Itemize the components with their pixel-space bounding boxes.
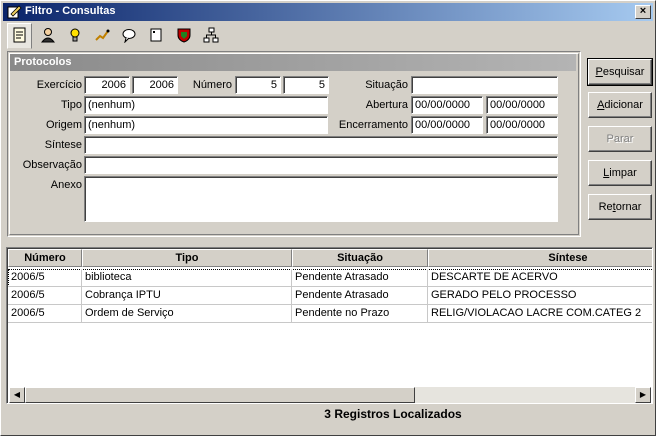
- horizontal-scrollbar[interactable]: ◀ ▶: [9, 387, 651, 403]
- status-bar: 3 Registros Localizados: [1, 407, 656, 421]
- cell-sintese: GERADO PELO PROCESSO: [428, 287, 653, 305]
- tipo-label: Tipo: [12, 97, 82, 113]
- cell-tipo: Ordem de Serviço: [82, 305, 292, 323]
- cell-numero: 2006/5: [8, 287, 82, 305]
- app-icon: [6, 4, 22, 20]
- anexo-label: Anexo: [12, 177, 82, 193]
- tool-bulb-person[interactable]: [62, 23, 87, 47]
- parar-button[interactable]: Parar: [588, 126, 652, 152]
- adicionar-label: dicionar: [604, 99, 643, 111]
- network-icon: [203, 27, 219, 43]
- encerramento-from-field[interactable]: 00/00/0000: [411, 116, 483, 134]
- results-grid[interactable]: Número Tipo Situação Síntese 2006/5 bibl…: [6, 247, 653, 404]
- scroll-thumb[interactable]: [25, 387, 415, 403]
- cell-situacao: Pendente no Prazo: [292, 305, 428, 323]
- blank-page-icon: [148, 27, 164, 43]
- sintese-field[interactable]: [84, 136, 558, 154]
- exercicio-from-field[interactable]: 2006: [84, 76, 130, 94]
- abertura-label: Abertura: [338, 97, 408, 113]
- tool-network[interactable]: [198, 23, 223, 47]
- encerramento-to-field[interactable]: 00/00/0000: [486, 116, 558, 134]
- cell-situacao: Pendente Atrasado: [292, 287, 428, 305]
- abertura-from-field[interactable]: 00/00/0000: [411, 96, 483, 114]
- pencil-route-icon: [94, 27, 110, 43]
- pesquisar-label: esquisar: [603, 66, 645, 78]
- encerramento-label: Encerramento: [328, 117, 408, 133]
- retornar-label-post: ornar: [616, 201, 642, 213]
- tool-shield[interactable]: [171, 23, 196, 47]
- record-count: 3: [324, 407, 331, 421]
- cell-sintese: RELIG/VIOLACAO LACRE COM.CATEG 2: [428, 305, 653, 323]
- situacao-field[interactable]: [411, 76, 558, 94]
- abertura-to-field[interactable]: 00/00/0000: [486, 96, 558, 114]
- tool-pencil-route[interactable]: [89, 23, 114, 47]
- column-header-sintese[interactable]: Síntese: [428, 249, 653, 267]
- tool-speech[interactable]: [116, 23, 141, 47]
- cell-tipo: Cobrança IPTU: [82, 287, 292, 305]
- limpar-button[interactable]: Limpar: [588, 160, 652, 186]
- table-row[interactable]: 2006/5 Cobrança IPTU Pendente Atrasado G…: [8, 287, 653, 305]
- tipo-field[interactable]: (nenhum): [84, 96, 328, 114]
- situacao-label: Situação: [338, 77, 408, 93]
- origem-field[interactable]: (nenhum): [84, 116, 328, 134]
- table-row[interactable]: 2006/5 Ordem de Serviço Pendente no Praz…: [8, 305, 653, 323]
- cell-sintese: DESCARTE DE ACERVO: [428, 269, 653, 287]
- adicionar-button[interactable]: Adicionar: [588, 92, 652, 118]
- numero-to-field[interactable]: 5: [283, 76, 329, 94]
- origem-label: Origem: [12, 117, 82, 133]
- close-button[interactable]: ×: [635, 5, 651, 19]
- scroll-right-button[interactable]: ▶: [635, 387, 651, 403]
- grid-header: Número Tipo Situação Síntese: [8, 249, 653, 267]
- numero-label: Número: [180, 77, 232, 93]
- person-icon: [40, 27, 56, 43]
- record-count-label: Registros Localizados: [334, 407, 461, 421]
- panel-title: Protocolos: [10, 54, 576, 71]
- speech-bubble-icon: [121, 27, 137, 43]
- protocolos-panel: Protocolos Exercício 2006 2006 Número 5 …: [7, 51, 581, 237]
- filter-window: Filtro - Consultas × Protocolos Exercíci…: [0, 0, 656, 436]
- observacao-label: Observação: [12, 157, 82, 173]
- pesquisar-button[interactable]: Pesquisar: [588, 59, 652, 85]
- toolbar: [5, 23, 265, 49]
- observacao-field[interactable]: [84, 156, 558, 174]
- shield-icon: [176, 27, 192, 43]
- anexo-field[interactable]: [84, 176, 558, 222]
- exercicio-to-field[interactable]: 2006: [132, 76, 178, 94]
- cell-numero: 2006/5: [8, 305, 82, 323]
- column-header-situacao[interactable]: Situação: [292, 249, 428, 267]
- tool-document[interactable]: [7, 23, 32, 49]
- tool-blank-page[interactable]: [143, 23, 168, 47]
- scroll-left-button[interactable]: ◀: [9, 387, 25, 403]
- sintese-label: Síntese: [12, 137, 82, 153]
- window-title: Filtro - Consultas: [25, 5, 115, 17]
- retornar-label-pre: Re: [599, 201, 613, 213]
- title-bar[interactable]: Filtro - Consultas ×: [3, 3, 653, 21]
- table-row[interactable]: 2006/5 biblioteca Pendente Atrasado DESC…: [8, 269, 653, 287]
- cell-numero: 2006/5: [8, 269, 82, 287]
- bulb-person-icon: [67, 27, 83, 43]
- cell-tipo: biblioteca: [82, 269, 292, 287]
- column-header-tipo[interactable]: Tipo: [82, 249, 292, 267]
- limpar-label: impar: [609, 167, 637, 179]
- column-header-numero[interactable]: Número: [8, 249, 82, 267]
- cell-situacao: Pendente Atrasado: [292, 269, 428, 287]
- exercicio-label: Exercício: [12, 77, 82, 93]
- numero-from-field[interactable]: 5: [235, 76, 281, 94]
- tool-person[interactable]: [35, 23, 60, 47]
- retornar-button[interactable]: Retornar: [588, 194, 652, 220]
- document-icon: [12, 27, 28, 43]
